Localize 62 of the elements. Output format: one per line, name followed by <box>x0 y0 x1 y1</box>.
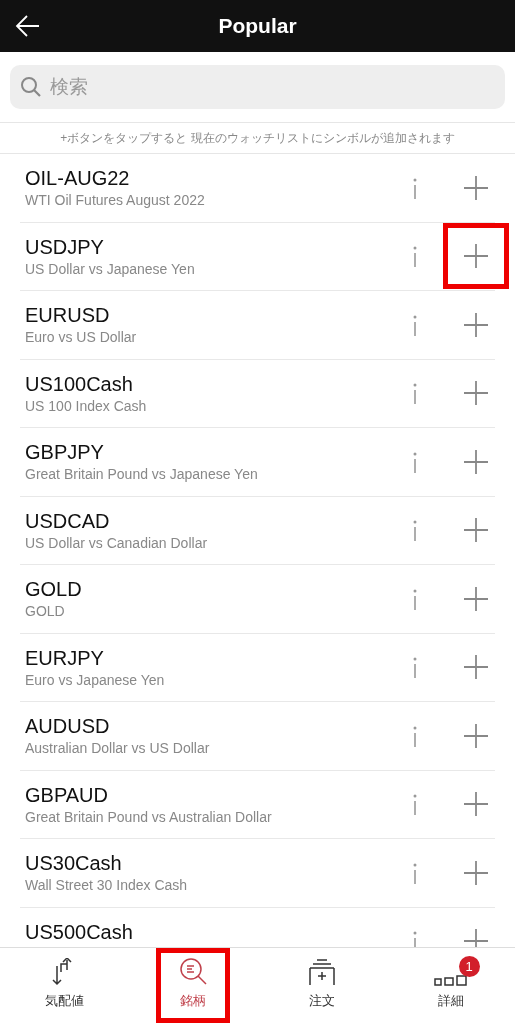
plus-icon <box>463 928 489 947</box>
plus-icon <box>463 311 489 338</box>
plus-icon <box>463 380 489 407</box>
nav-tab[interactable]: 気配値 <box>27 948 102 1023</box>
search-field[interactable]: 検索 <box>10 65 505 109</box>
symbol-name: US30Cash <box>25 852 123 874</box>
hint-text: +ボタンをタップすると 現在のウォッチリストにシンボルが追加されます <box>0 122 515 154</box>
plus-icon <box>463 722 489 749</box>
symbol-name: USDCAD <box>25 509 111 532</box>
symbol-description: WTI Oil Futures August 2022 <box>25 192 206 209</box>
symbol-description: Great Britain Pound vs Australian Dollar <box>25 808 273 826</box>
plus-icon <box>463 585 489 612</box>
nav-tab[interactable]: 注文 <box>284 948 359 1023</box>
symbol-name: OIL-AUG22 <box>25 167 131 189</box>
symbol-description: Great Britain Pound vs Japanese Yen <box>25 466 259 483</box>
info-icon <box>411 245 419 268</box>
info-icon <box>411 587 419 610</box>
symbol-description: Australian Dollar vs US Dollar <box>25 740 211 757</box>
search-list-icon <box>178 956 209 986</box>
symbol-name: USDJPY <box>25 235 105 258</box>
plus-icon <box>463 859 489 886</box>
info-icon <box>411 656 419 679</box>
symbol-name: GBPJPY <box>25 441 105 463</box>
info-icon <box>411 519 419 542</box>
symbol-description: Euro vs Japanese Yen <box>25 671 166 689</box>
symbol-description: GOLD <box>25 603 66 620</box>
plus-icon <box>463 791 489 818</box>
nav-tab[interactable]: 銘柄 <box>156 948 231 1023</box>
notification-badge: 1 <box>458 956 480 977</box>
info-icon <box>411 861 419 884</box>
symbol-name: AUDUSD <box>25 715 111 737</box>
back-arrow-icon <box>15 14 41 38</box>
info-icon <box>411 382 419 405</box>
squares-icon <box>433 972 468 986</box>
info-icon <box>411 793 419 816</box>
symbol-name: US100Cash <box>25 372 134 395</box>
page-title: Popular <box>218 14 297 38</box>
symbol-description: US Dollar vs Canadian Dollar <box>25 534 209 552</box>
symbol-name: EURUSD <box>25 304 111 326</box>
plus-icon <box>463 174 489 201</box>
info-icon <box>411 450 419 473</box>
info-icon <box>411 724 419 747</box>
symbol-description: Euro vs US Dollar <box>25 329 138 346</box>
symbol-description: US 100 Index Cash <box>25 397 148 415</box>
info-icon <box>411 930 419 947</box>
search-icon <box>20 76 42 98</box>
add-button[interactable] <box>443 223 509 290</box>
symbol-description: Wall Street 30 Index Cash <box>25 877 189 894</box>
plus-icon <box>463 448 489 475</box>
symbol-name: US500Cash <box>25 920 134 943</box>
info-icon <box>411 176 419 199</box>
nav-tab[interactable]: 詳細 1 <box>413 948 488 1023</box>
search-input[interactable]: 検索 <box>48 75 495 99</box>
symbol-name: GOLD <box>25 578 83 600</box>
symbol-name: EURJPY <box>25 646 105 669</box>
plus-icon <box>463 243 489 270</box>
info-icon <box>411 313 419 336</box>
order-icon <box>307 958 336 986</box>
symbol-description: US Dollar vs Japanese Yen <box>25 260 196 278</box>
plus-icon <box>463 517 489 544</box>
plus-icon <box>463 654 489 681</box>
symbol-name: GBPAUD <box>25 783 109 806</box>
